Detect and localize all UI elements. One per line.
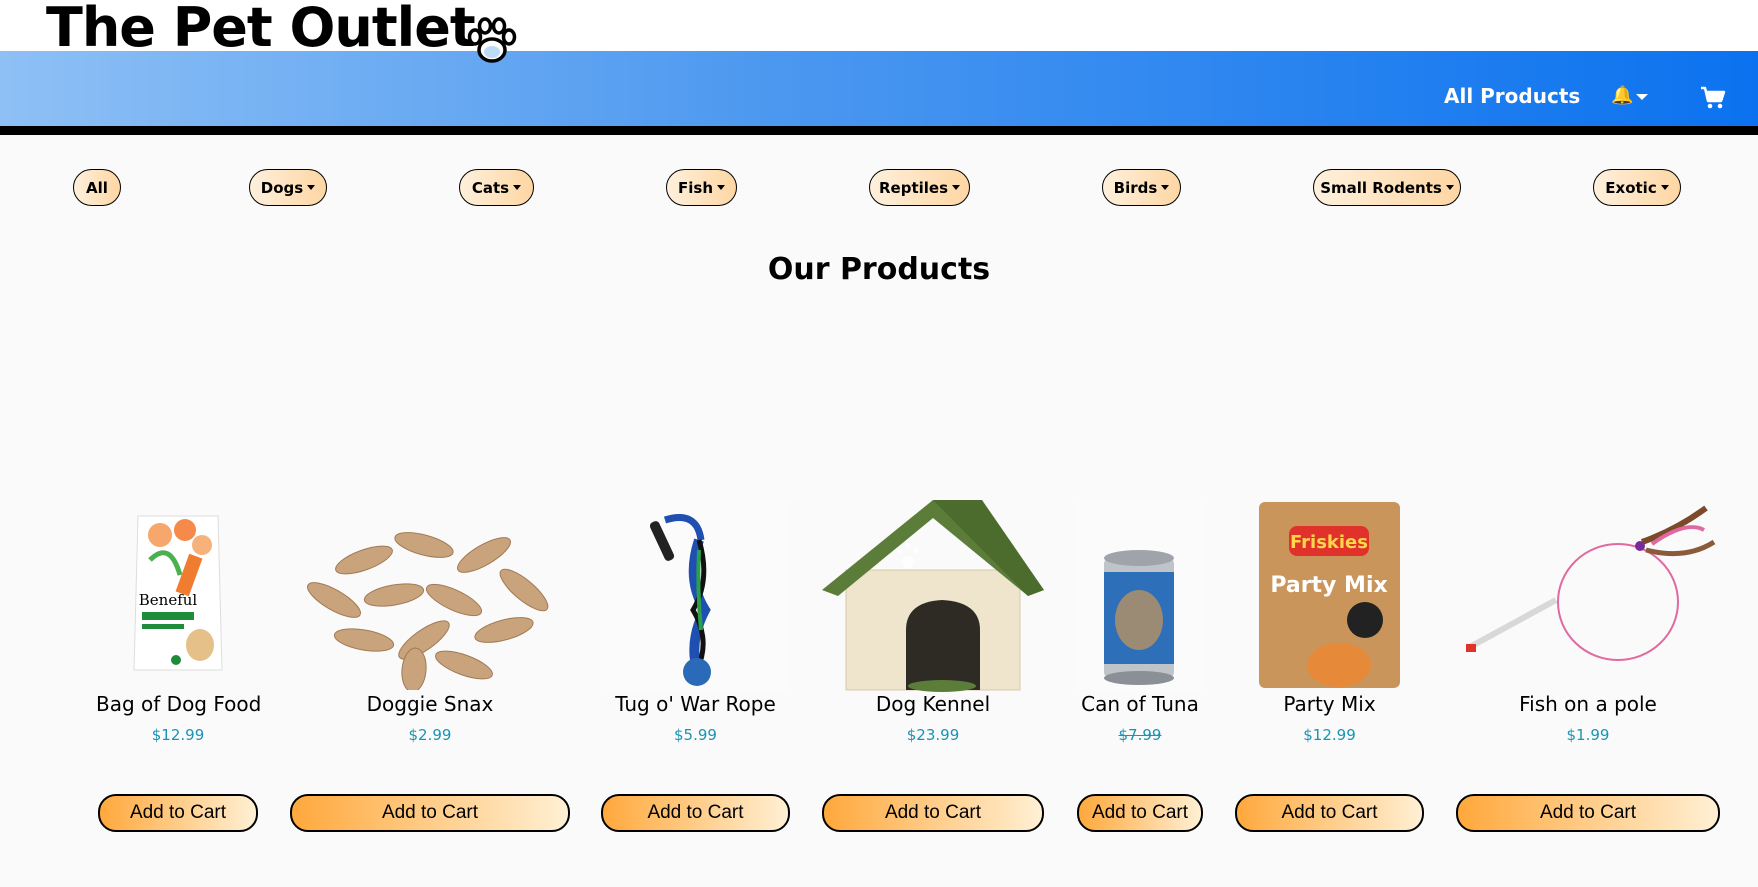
product-price: $12.99	[1303, 726, 1356, 744]
add-to-cart-button[interactable]: Add to Cart	[98, 794, 258, 832]
product-name[interactable]: Bag of Dog Food	[96, 692, 261, 716]
caret-down-icon	[513, 185, 522, 190]
caret-down-icon	[952, 185, 961, 190]
product-name[interactable]: Tug o' War Rope	[601, 692, 790, 716]
category-label: Dogs	[260, 178, 304, 197]
category-label: Cats	[471, 178, 510, 197]
product-name[interactable]: Doggie Snax	[290, 692, 570, 716]
category-label: Exotic	[1605, 178, 1657, 197]
category-label: Birds	[1113, 178, 1158, 197]
category-label: Small Rodents	[1320, 178, 1442, 197]
paw-icon	[467, 17, 517, 63]
add-to-cart-button[interactable]: Add to Cart	[290, 794, 570, 832]
bag-line-text: Party Mix	[1270, 573, 1387, 598]
rope-toy-image[interactable]	[601, 500, 790, 690]
category-label: Reptiles	[878, 178, 949, 197]
dog-biscuits-image[interactable]	[294, 500, 566, 690]
caret-down-icon	[307, 185, 316, 190]
cart-icon[interactable]	[1700, 86, 1726, 110]
product-name[interactable]: Party Mix	[1235, 692, 1424, 716]
brand-logo[interactable]: The Pet Outlet	[46, 0, 476, 59]
caret-down-icon	[1660, 185, 1669, 190]
product-price: $7.99	[1118, 726, 1162, 744]
notifications-caret-icon[interactable]	[1636, 94, 1648, 100]
category-all-button[interactable]: All	[73, 169, 121, 206]
caret-down-icon	[1161, 185, 1170, 190]
party-mix-bag-image[interactable]: Friskies Party Mix	[1259, 500, 1400, 690]
add-to-cart-button[interactable]: Add to Cart	[822, 794, 1044, 832]
product-price: $12.99	[151, 726, 205, 744]
bag-brand-text: Beneful	[139, 591, 198, 609]
category-cats-dropdown[interactable]: Cats	[459, 169, 534, 206]
category-label: Fish	[678, 178, 713, 197]
navbar-border	[0, 126, 1758, 135]
notifications-bell-icon[interactable]: 🔔	[1611, 85, 1633, 106]
product-price: $1.99	[1566, 726, 1610, 744]
category-birds-dropdown[interactable]: Birds	[1102, 169, 1181, 206]
category-small-rodents-dropdown[interactable]: Small Rodents	[1313, 169, 1461, 206]
category-exotic-dropdown[interactable]: Exotic	[1593, 169, 1681, 206]
dog-food-bag-image[interactable]: Beneful	[130, 500, 226, 680]
product-name[interactable]: Can of Tuna	[1077, 692, 1203, 716]
add-to-cart-button[interactable]: Add to Cart	[1235, 794, 1424, 832]
category-dogs-dropdown[interactable]: Dogs	[249, 169, 327, 206]
product-price: $2.99	[408, 726, 452, 744]
bag-brand-text: Friskies	[1290, 532, 1368, 553]
dog-kennel-image[interactable]	[822, 500, 1044, 692]
tuna-can-image[interactable]	[1077, 500, 1203, 690]
category-fish-dropdown[interactable]: Fish	[666, 169, 737, 206]
category-label: All	[86, 178, 108, 197]
product-price: $5.99	[674, 726, 717, 744]
add-to-cart-button[interactable]: Add to Cart	[601, 794, 790, 832]
add-to-cart-button[interactable]: Add to Cart	[1456, 794, 1720, 832]
cat-wand-toy-image[interactable]	[1456, 500, 1720, 690]
caret-down-icon	[1445, 185, 1454, 190]
product-price: $23.99	[906, 726, 960, 744]
product-name[interactable]: Fish on a pole	[1456, 692, 1720, 716]
product-name[interactable]: Dog Kennel	[822, 692, 1044, 716]
caret-down-icon	[717, 185, 725, 190]
category-reptiles-dropdown[interactable]: Reptiles	[869, 169, 970, 206]
page-title: Our Products	[767, 252, 991, 287]
nav-all-products[interactable]: All Products	[1444, 84, 1580, 108]
add-to-cart-button[interactable]: Add to Cart	[1077, 794, 1203, 832]
